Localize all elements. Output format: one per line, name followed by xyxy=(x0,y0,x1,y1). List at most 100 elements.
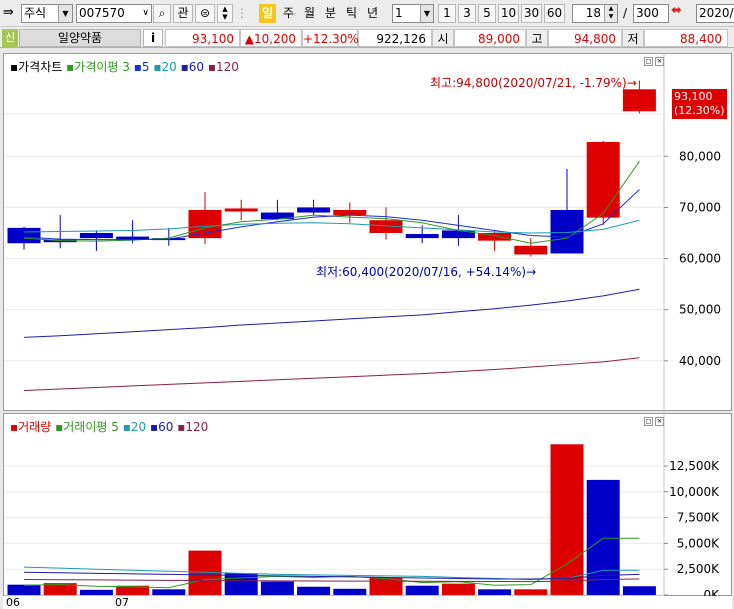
legend-vma60: 60 xyxy=(158,420,174,434)
ma-line-5 xyxy=(23,189,640,241)
low-price: 88,400 xyxy=(644,29,728,47)
candle xyxy=(7,227,41,244)
y-tick-label: 10,000K xyxy=(669,485,720,499)
ma-line-20 xyxy=(23,219,640,234)
period-label: 일 xyxy=(261,6,274,20)
interval-10-button[interactable]: 10 xyxy=(498,4,519,23)
candle xyxy=(405,234,439,239)
period-day-button[interactable]: 일 xyxy=(259,4,276,23)
page-count-input[interactable]: 18 ▲ ▼ xyxy=(572,4,618,23)
interval-label: 3 xyxy=(463,6,471,20)
period-label: 틱 xyxy=(345,6,358,20)
price-chart[interactable]: 40,000 50,000 60,000 70,000 80,000 xyxy=(4,54,733,412)
stock-code-value: 007570 xyxy=(79,6,125,20)
legend-ma120: 120 xyxy=(216,60,239,74)
close-icon[interactable]: × xyxy=(655,57,664,66)
page-stepper[interactable]: ▲ ▼ xyxy=(604,5,617,22)
volume-bar xyxy=(586,479,620,595)
volume-bar xyxy=(405,585,439,595)
date-input[interactable]: 2020/0 xyxy=(696,4,734,23)
watchlist-button[interactable]: 관 xyxy=(173,4,193,23)
current-price-tag: 93,100 (12.30%) xyxy=(672,89,727,119)
stock-stepper[interactable]: ▲ ▼ xyxy=(217,4,233,23)
close-icon[interactable]: × xyxy=(655,417,664,426)
legend-ma5: 5 xyxy=(141,60,150,74)
volume-chart[interactable]: 0K2,500K5,000K7,500K10,000K12,500K xyxy=(4,414,733,597)
ma-line-120 xyxy=(23,357,640,392)
high-annotation: 최고:94,800(2020/07/21, -1.79%)→ xyxy=(430,76,637,90)
interval-label: 5 xyxy=(483,6,491,20)
interval-1-button[interactable]: 1 xyxy=(438,4,456,23)
legend-ma60: 60 xyxy=(188,60,205,74)
chevron-down-icon[interactable]: ∨ xyxy=(142,5,149,22)
interval-select[interactable]: 1 ▼ xyxy=(392,4,434,23)
candle xyxy=(622,89,656,112)
legend-vma5: 5 xyxy=(111,420,119,434)
menu-arrow-icon[interactable]: ⇛ xyxy=(3,5,14,20)
y-tick-label: 2,500K xyxy=(677,562,720,576)
current-price: 93,100 xyxy=(165,29,240,47)
change-percent-value: +12.30% xyxy=(303,32,359,46)
change-percent: +12.30% xyxy=(302,29,359,47)
volume-bar xyxy=(333,588,367,595)
interval-label: 30 xyxy=(523,6,540,20)
volume-bar xyxy=(152,589,186,595)
legend-vma120: 120 xyxy=(185,420,209,434)
volume-bar xyxy=(224,573,258,595)
y-tick-label: 5,000K xyxy=(677,536,720,550)
period-minute-button[interactable]: 분 xyxy=(322,4,339,23)
high-label-text: 고 xyxy=(531,32,543,46)
open-label-text: 시 xyxy=(437,32,449,46)
legend-price-title: 가격차트 xyxy=(18,60,63,74)
legend-volume-title: 거래량 xyxy=(18,420,52,434)
period-month-button[interactable]: 월 xyxy=(301,4,318,23)
page-total-input[interactable]: 300 xyxy=(633,4,669,23)
chevron-down-icon[interactable]: ▼ xyxy=(420,5,433,22)
volume: 922,126 xyxy=(358,29,432,47)
legend-vma-title: 거래이평 xyxy=(63,420,108,434)
stock-code-input[interactable]: 007570 ∨ xyxy=(76,4,152,23)
legend-bullet-icon: ▪ xyxy=(10,60,19,74)
legend-ma-title: 가격이평 xyxy=(74,60,119,74)
chevron-down-icon[interactable]: ▼ xyxy=(58,5,72,22)
open-price: 89,000 xyxy=(454,29,526,47)
volume-chart-panel: 0K 2,500K 5,000K 7,500K 10,000K 12,500K ▪거래량 … xyxy=(3,413,733,597)
price-chart-panel: 40,000 50,000 60,000 70,000 80,000 ▪가격차트 ▪가격… xyxy=(3,53,733,412)
market-select[interactable]: 주식 ▼ xyxy=(21,4,73,23)
legend-ma3: 3 xyxy=(122,60,130,74)
candle xyxy=(297,207,331,213)
candle xyxy=(586,141,620,218)
search-button[interactable]: ⌕ xyxy=(153,4,171,23)
period-tick-button[interactable]: 틱 xyxy=(343,4,360,23)
high-label: 고 xyxy=(526,29,548,47)
candle xyxy=(224,208,258,212)
y-tick-label: 12,500K xyxy=(669,459,720,473)
interval-30-button[interactable]: 30 xyxy=(521,4,542,23)
y-tick-label: 50,000 xyxy=(679,303,721,317)
page-separator: / xyxy=(622,6,628,20)
price-change: ▲10,200 xyxy=(240,29,302,47)
volume-legend: ▪거래량 ▪거래이평 5 ▪20 ▪60 ▪120 xyxy=(10,420,209,434)
y-tick-label: 60,000 xyxy=(679,252,721,266)
interval-3-button[interactable]: 3 xyxy=(458,4,476,23)
x-axis-label: 07 xyxy=(115,596,129,609)
low-price-value: 88,400 xyxy=(680,32,722,46)
interval-label: 1 xyxy=(443,6,451,20)
x-axis-label: 06 xyxy=(6,596,20,609)
refresh-icon[interactable]: ⬌ xyxy=(671,3,682,18)
period-year-button[interactable]: 년 xyxy=(364,4,381,23)
x-axis: 06 07 xyxy=(3,596,732,609)
info-icon: i xyxy=(150,31,156,45)
info-button[interactable]: i xyxy=(143,29,163,47)
interval-5-button[interactable]: 5 xyxy=(478,4,496,23)
link-button[interactable]: ⊜ xyxy=(195,4,215,23)
interval-value: 1 xyxy=(395,6,403,20)
maximize-icon[interactable]: □ xyxy=(644,417,653,426)
stock-name-label: 일양약품 xyxy=(57,31,103,45)
maximize-icon[interactable]: □ xyxy=(644,57,653,66)
current-price-value: 93,100 xyxy=(192,32,234,46)
interval-60-button[interactable]: 60 xyxy=(544,4,565,23)
interval-label: 10 xyxy=(500,6,517,20)
volume-bar xyxy=(297,586,331,595)
period-week-button[interactable]: 주 xyxy=(280,4,297,23)
